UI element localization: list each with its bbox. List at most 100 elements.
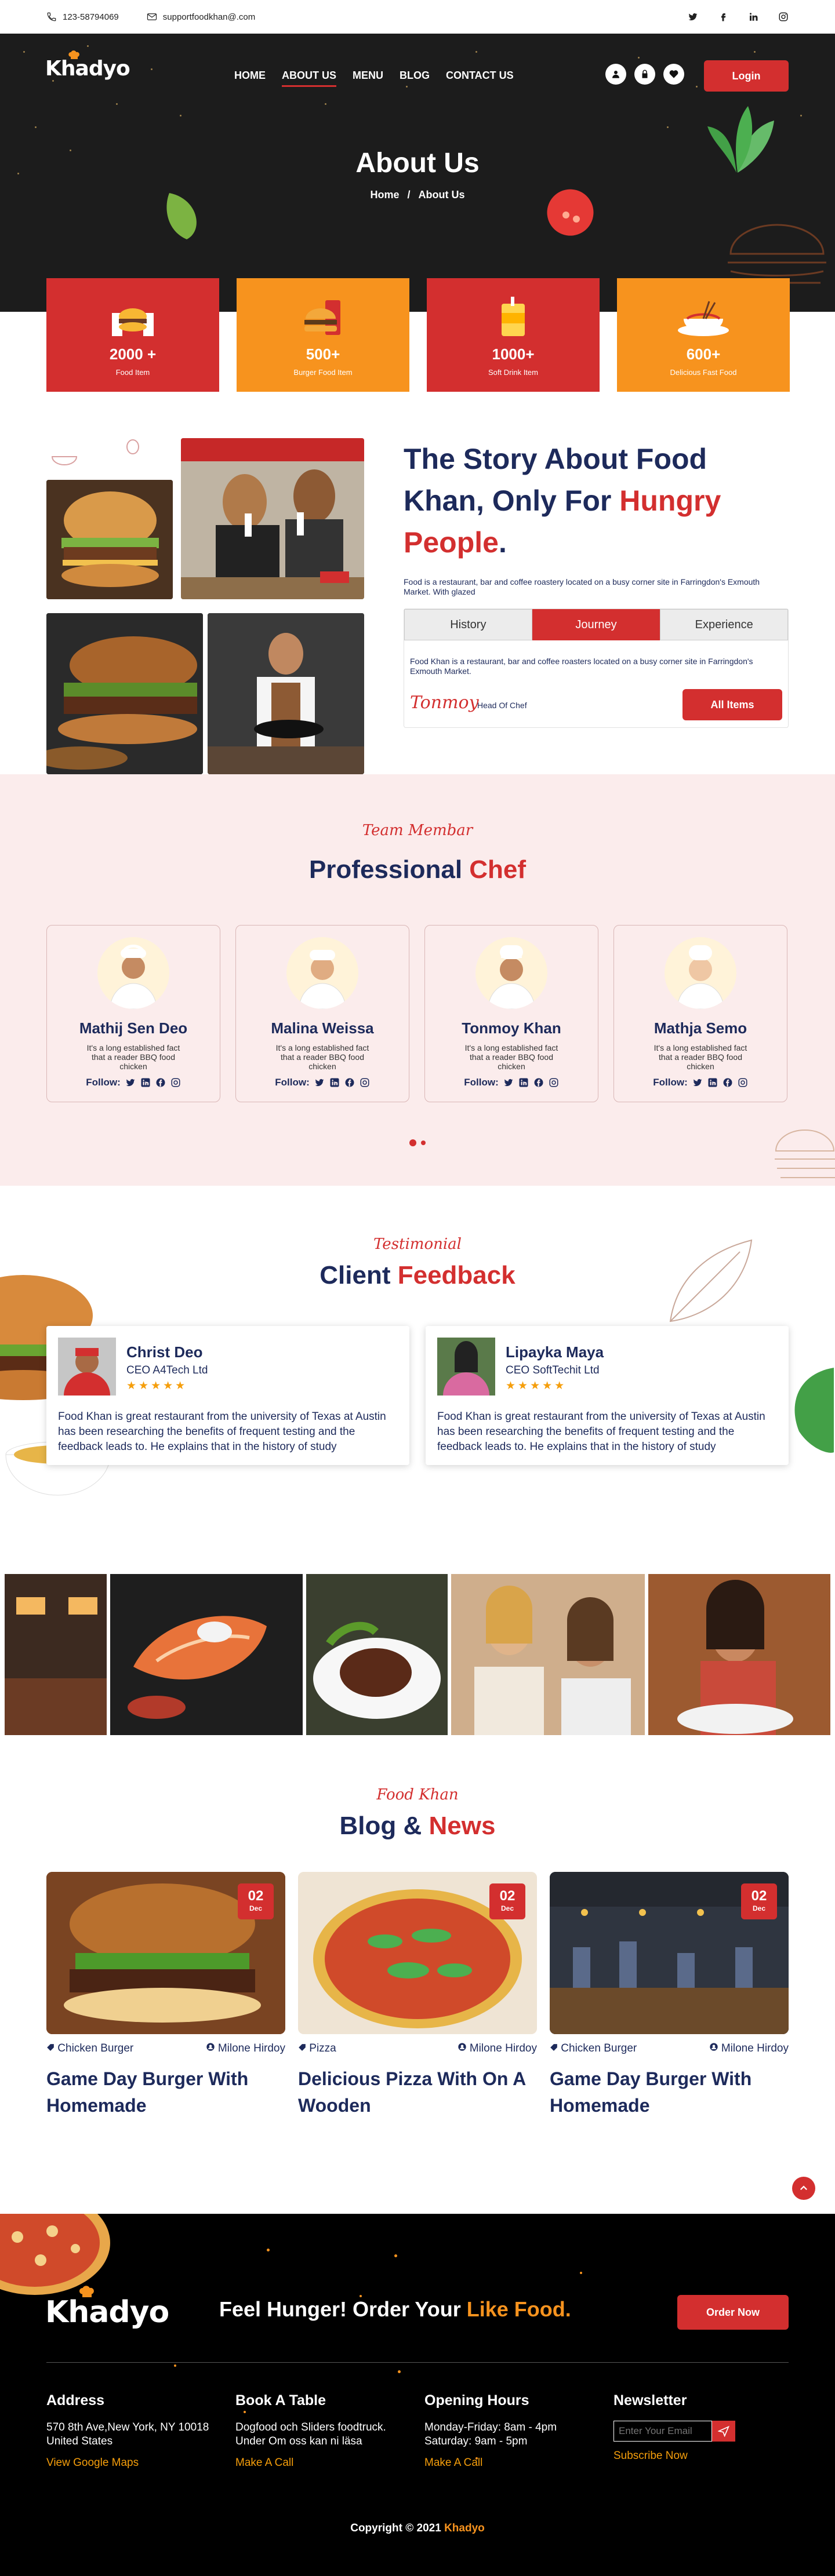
linkedin-icon[interactable] — [748, 12, 758, 22]
post-day: 02 — [499, 1888, 515, 1904]
linkedin-icon[interactable] — [140, 1077, 151, 1088]
heart-icon[interactable] — [663, 64, 684, 85]
soft-drink-icon — [502, 297, 525, 336]
post-day: 02 — [751, 1888, 767, 1904]
instagram-icon[interactable] — [549, 1077, 559, 1088]
email-contact[interactable]: supportfoodkhan@.com — [147, 12, 255, 22]
post-category-label: Chicken Burger — [57, 2042, 134, 2054]
make-a-call-link-2[interactable]: Make A Call — [424, 2457, 557, 2469]
client-photo — [437, 1338, 495, 1396]
post-author[interactable]: Milone Hirdoy — [709, 2042, 789, 2055]
lock-icon[interactable] — [634, 64, 655, 85]
instagram-icon[interactable] — [778, 12, 789, 22]
gallery-photo-restaurant[interactable] — [5, 1574, 107, 1735]
blog-image-burger[interactable]: 02 Dec — [46, 1872, 285, 2034]
copyright-brand[interactable]: Khadyo — [444, 2522, 485, 2534]
linkedin-icon[interactable] — [329, 1077, 340, 1088]
team-heading-highlight: Chef — [469, 855, 527, 884]
women-drinking-photo — [181, 438, 364, 599]
post-author[interactable]: Milone Hirdoy — [458, 2042, 537, 2055]
copyright-text: Copyright © 2021 — [350, 2522, 445, 2534]
breadcrumb-current: About Us — [418, 189, 465, 201]
post-title[interactable]: Delicious Pizza With On A Wooden — [298, 2065, 537, 2119]
carousel-dot-active[interactable] — [409, 1139, 416, 1146]
footer-cta-highlight: Like Food. — [466, 2297, 571, 2321]
phone-number: 123-58794069 — [63, 12, 119, 22]
facebook-icon[interactable] — [723, 1077, 733, 1088]
breadcrumb-home[interactable]: Home — [370, 189, 399, 201]
footer-hours-line1: Monday-Friday: 8am - 4pm — [424, 2421, 557, 2433]
testimonial-heading-text: Client — [320, 1261, 398, 1289]
gallery-photo-salmon[interactable] — [110, 1574, 303, 1735]
linkedin-icon[interactable] — [518, 1077, 529, 1088]
instagram-icon[interactable] — [738, 1077, 748, 1088]
subscribe-now-link[interactable]: Subscribe Now — [613, 2450, 735, 2462]
facebook-icon[interactable] — [718, 12, 728, 22]
post-category[interactable]: Chicken Burger — [46, 2042, 133, 2055]
blog-image-pizza[interactable]: 02 Dec — [298, 1872, 537, 2034]
footer-address: Address 570 8th Ave,New York, NY 10018 U… — [46, 2392, 209, 2469]
gallery-photo-pizza-eating[interactable] — [648, 1574, 830, 1735]
scroll-to-top-button[interactable] — [792, 2177, 815, 2200]
user-icon[interactable] — [605, 64, 626, 85]
tab-journey[interactable]: Journey — [532, 609, 660, 640]
login-button[interactable]: Login — [704, 60, 789, 92]
follow-label: Follow: — [464, 1077, 499, 1088]
post-month: Dec — [752, 1904, 765, 1912]
chef-socials: Follow: — [275, 1077, 369, 1088]
chef-avatar — [286, 937, 358, 1009]
follow-label: Follow: — [275, 1077, 310, 1088]
post-author-label: Milone Hirdoy — [721, 2042, 789, 2054]
newsletter-email-input[interactable] — [613, 2421, 712, 2442]
stat-value: 1000+ — [492, 345, 535, 363]
twitter-icon[interactable] — [125, 1077, 136, 1088]
footer-logo[interactable]: Khadyo — [45, 2286, 169, 2330]
post-date-badge: 02 Dec — [238, 1883, 274, 1919]
twitter-icon[interactable] — [688, 12, 698, 22]
facebook-icon[interactable] — [155, 1077, 166, 1088]
double-burger-photo — [46, 613, 203, 774]
twitter-icon[interactable] — [314, 1077, 325, 1088]
view-google-maps-link[interactable]: View Google Maps — [46, 2457, 209, 2469]
instagram-icon[interactable] — [360, 1077, 370, 1088]
footer-address-title: Address — [46, 2392, 105, 2409]
nav-blog[interactable]: BLOG — [400, 70, 430, 87]
instagram-icon[interactable] — [170, 1077, 181, 1088]
tab-experience[interactable]: Experience — [660, 609, 789, 640]
facebook-icon[interactable] — [344, 1077, 355, 1088]
testimonial-kicker: Testimonial — [373, 1236, 462, 1253]
header-icons — [605, 64, 684, 85]
facebook-icon[interactable] — [533, 1077, 544, 1088]
order-now-button[interactable]: Order Now — [677, 2295, 789, 2330]
linkedin-icon[interactable] — [707, 1077, 718, 1088]
twitter-icon[interactable] — [503, 1077, 514, 1088]
blog-image-restaurant[interactable]: 02 Dec — [550, 1872, 789, 2034]
chef-card: Mathja Semo It's a long established fact… — [613, 925, 787, 1102]
tab-history[interactable]: History — [404, 609, 532, 640]
all-items-button[interactable]: All Items — [682, 689, 782, 720]
post-category[interactable]: Pizza — [298, 2042, 336, 2055]
phone-contact[interactable]: 123-58794069 — [46, 12, 119, 22]
chef-card: Malina Weissa It's a long established fa… — [235, 925, 409, 1102]
post-title[interactable]: Game Day Burger With Homemade — [550, 2065, 789, 2119]
carousel-dot[interactable] — [421, 1141, 426, 1145]
post-title[interactable]: Game Day Burger With Homemade — [46, 2065, 285, 2119]
newsletter-submit-button[interactable] — [712, 2421, 735, 2442]
nav-menu[interactable]: MENU — [353, 70, 383, 87]
nav-contact-us[interactable]: CONTACT US — [446, 70, 514, 87]
make-a-call-link[interactable]: Make A Call — [235, 2457, 386, 2469]
twitter-icon[interactable] — [692, 1077, 703, 1088]
gallery-photo-steak[interactable] — [306, 1574, 448, 1735]
story-heading-highlight-2: People — [404, 526, 499, 559]
nav-home[interactable]: HOME — [234, 70, 266, 87]
footer-newsletter: Newsletter Subscribe Now — [613, 2392, 735, 2462]
send-icon — [718, 2425, 729, 2437]
post-category[interactable]: Chicken Burger — [550, 2042, 637, 2055]
post-author[interactable]: Milone Hirdoy — [206, 2042, 285, 2055]
gallery-photo-friends[interactable] — [451, 1574, 645, 1735]
chef-hat-logo-icon — [68, 50, 79, 59]
nav-about-us[interactable]: ABOUT US — [282, 70, 336, 87]
brand-logo[interactable]: Khadyo — [45, 50, 130, 81]
story-paragraph: Food is a restaurant, bar and coffee roa… — [404, 577, 760, 596]
tag-icon — [550, 2044, 557, 2051]
